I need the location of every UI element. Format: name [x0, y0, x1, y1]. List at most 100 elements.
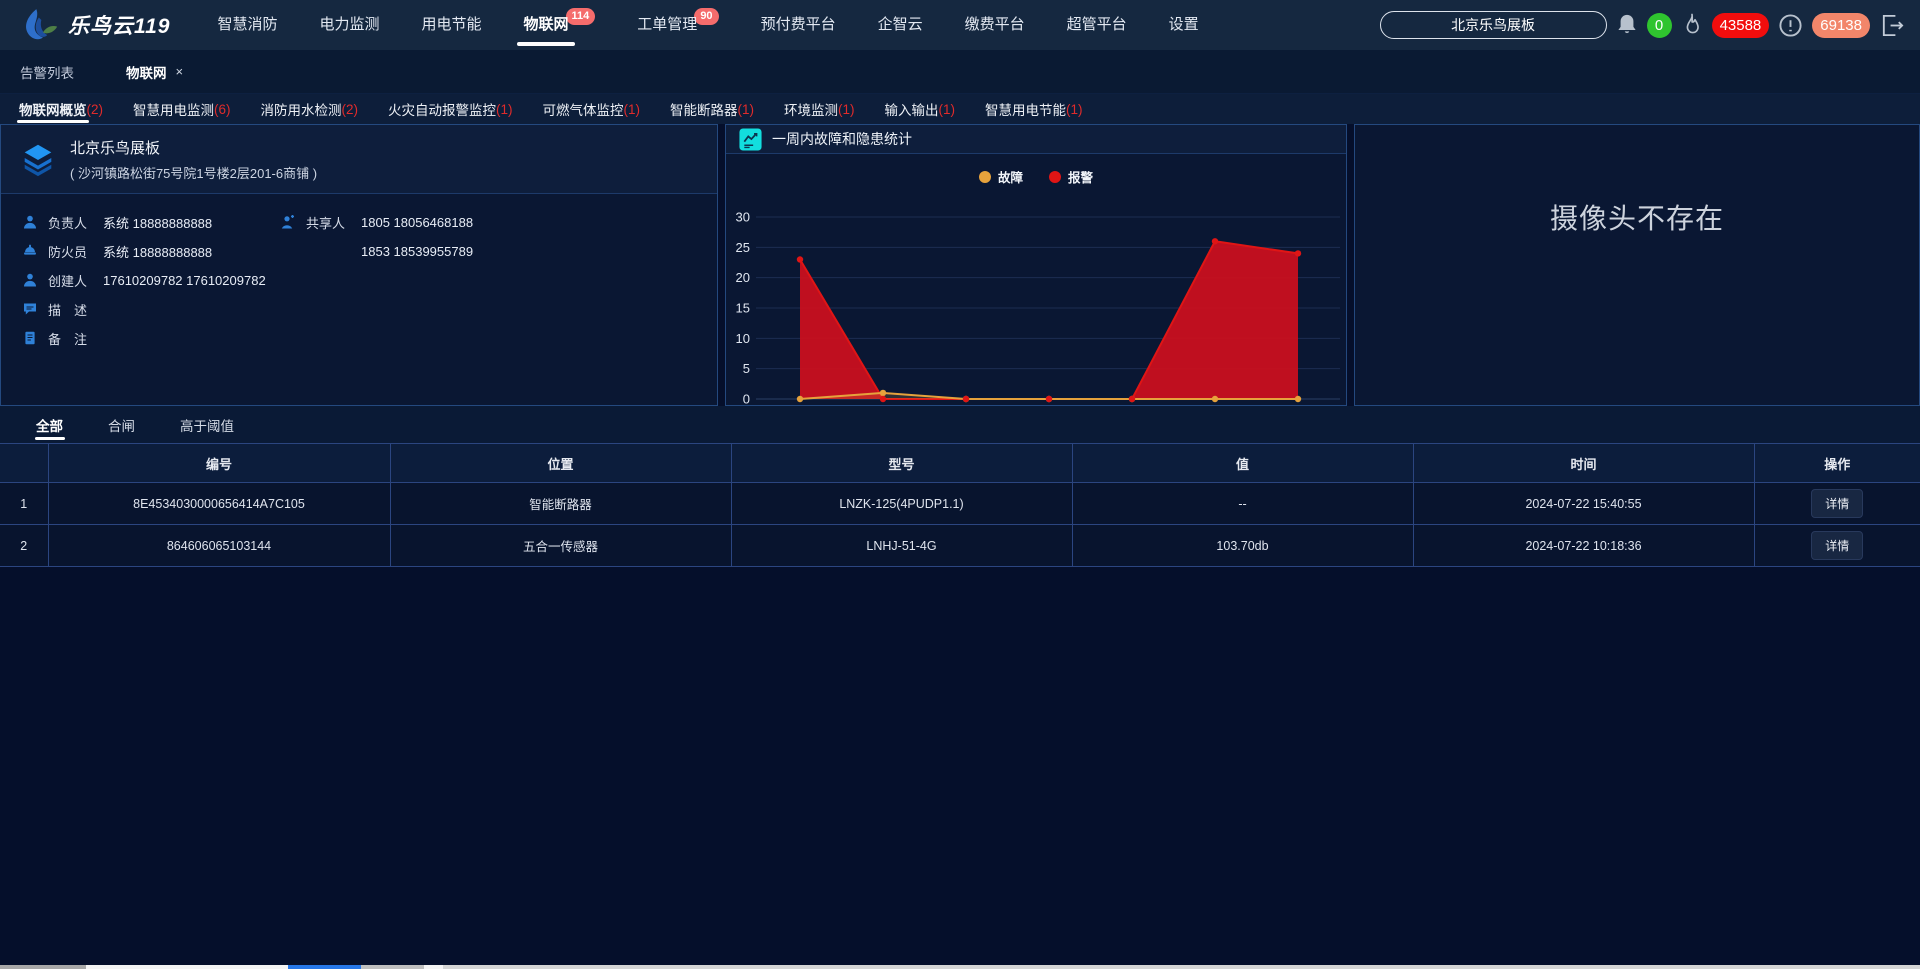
field-value: 1805 18056468188: [361, 215, 473, 230]
subtab-label: 智能断路器: [670, 99, 738, 119]
document-icon: [23, 331, 38, 345]
col-time: 时间: [1413, 444, 1754, 483]
nav-item-smart-fire[interactable]: 智慧消防: [196, 0, 298, 50]
subtab-count: (1): [838, 102, 855, 117]
subtab-count: (1): [496, 102, 513, 117]
scrollbar-segment: [424, 965, 443, 969]
weekly-fault-alarm-panel: 一周内故障和隐患统计 故障 报警 051015202530: [725, 124, 1347, 406]
bell-icon[interactable]: [1616, 13, 1638, 37]
alarm-count-badge[interactable]: 43588: [1712, 13, 1770, 38]
subtab-smart-breaker[interactable]: 智能断路器(1): [655, 94, 769, 124]
svg-text:20: 20: [736, 270, 750, 285]
detail-button[interactable]: 详情: [1811, 489, 1863, 518]
nav-item-power-monitor[interactable]: 电力监测: [299, 0, 401, 50]
table-row: 1 8E4534030000656414A7C105 智能断路器 LNZK-12…: [0, 483, 1920, 525]
legend-item-fault[interactable]: 故障: [979, 167, 1023, 186]
subtab-label: 智慧用电监测: [133, 99, 214, 119]
scrollbar-segment: [361, 965, 424, 969]
cell-model: LNHJ-51-4G: [731, 525, 1072, 567]
subtab-count: (1): [624, 102, 641, 117]
devtab-above-threshold[interactable]: 高于阈值: [180, 406, 234, 443]
col-value: 值: [1072, 444, 1413, 483]
person-icon: [23, 273, 38, 287]
wtab-alarm-list[interactable]: 告警列表: [20, 62, 74, 82]
svg-text:0: 0: [743, 392, 750, 406]
flame-icon[interactable]: [1681, 12, 1703, 38]
subtab-iot-overview[interactable]: 物联网概览(2): [4, 94, 118, 124]
helmet-icon: [23, 244, 38, 258]
nav-item-iot[interactable]: 物联网 114: [503, 0, 617, 50]
subtab-label: 可燃气体监控: [543, 99, 624, 119]
legend-label: 故障: [998, 167, 1023, 186]
nav-item-work-orders[interactable]: 工单管理 90: [616, 0, 739, 50]
main-nav: 智慧消防 电力监测 用电节能 物联网 114 工单管理 90 预付费平台 企智云…: [196, 0, 1219, 50]
nav-workorder-badge: 90: [694, 8, 718, 25]
field-value: 系统 18888888888: [103, 213, 212, 232]
nav-item-settings[interactable]: 设置: [1148, 0, 1220, 50]
cell-value: --: [1072, 483, 1413, 525]
cell-time: 2024-07-22 15:40:55: [1413, 483, 1754, 525]
legend-label: 报警: [1068, 167, 1093, 186]
subtab-smart-energy-saving[interactable]: 智慧用电节能(1): [970, 94, 1098, 124]
wtab-label: 告警列表: [20, 62, 74, 82]
subtab-label: 环境监测: [784, 99, 838, 119]
svg-text:30: 30: [736, 210, 750, 225]
logout-icon[interactable]: [1879, 12, 1906, 39]
project-selector-button[interactable]: 北京乐鸟展板: [1380, 11, 1607, 39]
site-info-panel: 北京乐鸟展板 ( 沙河镇路松街75号院1号楼2层201-6商铺 ) 负责人 系统…: [0, 124, 718, 406]
col-index: [0, 444, 48, 483]
horizontal-scrollbar[interactable]: [0, 965, 1920, 969]
nav-item-payment-platform[interactable]: 缴费平台: [944, 0, 1046, 50]
subtab-environment[interactable]: 环境监测(1): [769, 94, 870, 124]
subtab-count: (2): [87, 102, 104, 117]
subtab-smart-power-monitor[interactable]: 智慧用电监测(6): [118, 94, 246, 124]
col-model: 型号: [731, 444, 1072, 483]
fault-count-badge[interactable]: 69138: [1812, 13, 1870, 38]
wtab-iot[interactable]: 物联网 ×: [126, 62, 183, 82]
subtab-count: (6): [214, 102, 231, 117]
nav-item-qizhiyun[interactable]: 企智云: [857, 0, 944, 50]
close-tab-icon[interactable]: ×: [176, 64, 184, 79]
subtab-label: 物联网概览: [19, 99, 87, 119]
brand-logo-icon: [16, 5, 60, 45]
legend-dot-fault: [979, 171, 991, 183]
person-plus-icon: [281, 215, 296, 229]
subtab-gas-monitor[interactable]: 可燃气体监控(1): [528, 94, 656, 124]
svg-text:10: 10: [736, 331, 750, 346]
scrollbar-thumb[interactable]: [288, 965, 361, 969]
nav-item-prepaid-platform[interactable]: 预付费平台: [740, 0, 857, 50]
person-badge-icon: [23, 215, 38, 229]
scrollbar-segment: [86, 965, 288, 969]
brand-title: 乐鸟云119: [68, 10, 170, 40]
subtab-fire-alarm-monitor[interactable]: 火灾自动报警监控(1): [373, 94, 528, 124]
exclamation-icon[interactable]: [1778, 13, 1803, 38]
note-row: 备 注: [23, 330, 281, 346]
subtab-fire-water[interactable]: 消防用水检测(2): [246, 94, 374, 124]
detail-button[interactable]: 详情: [1811, 531, 1863, 560]
cell-index: 1: [0, 483, 48, 525]
bell-count-badge[interactable]: 0: [1647, 13, 1672, 38]
field-label: 描 述: [48, 300, 103, 319]
legend-item-alarm[interactable]: 报警: [1049, 167, 1093, 186]
site-info-header: 北京乐鸟展板 ( 沙河镇路松街75号院1号楼2层201-6商铺 ): [1, 125, 717, 194]
iot-subtabs-bar: 物联网概览(2) 智慧用电监测(6) 消防用水检测(2) 火灾自动报警监控(1)…: [0, 94, 1920, 124]
subtab-input-output[interactable]: 输入输出(1): [870, 94, 971, 124]
col-location: 位置: [390, 444, 731, 483]
subtab-label: 智慧用电节能: [985, 99, 1066, 119]
devtab-all[interactable]: 全部: [36, 406, 63, 443]
layers-icon: [19, 140, 57, 178]
devtab-closed[interactable]: 合闸: [108, 406, 135, 443]
svg-text:25: 25: [736, 240, 750, 255]
svg-text:5: 5: [743, 361, 750, 376]
field-label: 创建人: [48, 271, 103, 290]
subtab-label: 消防用水检测: [261, 99, 342, 119]
site-address: ( 沙河镇路松街75号院1号楼2层201-6商铺 ): [70, 163, 317, 182]
site-name: 北京乐鸟展板: [70, 137, 317, 158]
nav-item-admin-platform[interactable]: 超管平台: [1046, 0, 1148, 50]
cell-no: 8E4534030000656414A7C105: [48, 483, 390, 525]
field-value: 17610209782 17610209782: [103, 273, 266, 288]
chart-panel-header: 一周内故障和隐患统计: [726, 125, 1346, 154]
nav-item-label: 预付费平台: [761, 0, 836, 50]
nav-item-energy-saving[interactable]: 用电节能: [401, 0, 503, 50]
nav-item-label: 设置: [1169, 0, 1199, 50]
